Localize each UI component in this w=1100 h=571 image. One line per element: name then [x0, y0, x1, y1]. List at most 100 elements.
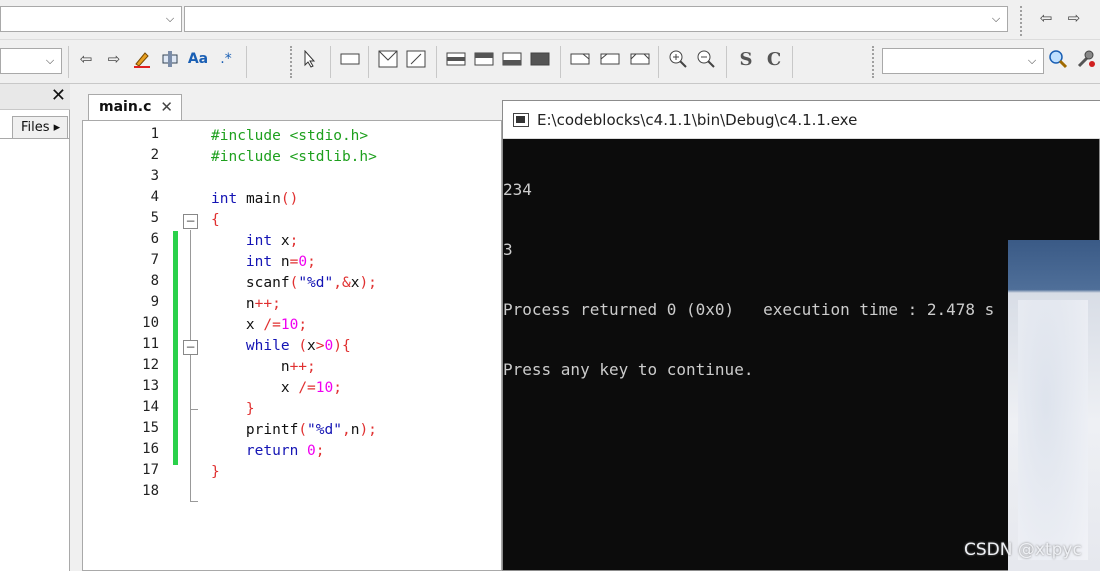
symbol-s-icon[interactable]: S	[734, 48, 758, 70]
console-app-icon	[513, 113, 529, 127]
code-line: {	[211, 212, 220, 228]
target-combo[interactable]: ⌵	[0, 6, 182, 32]
line-number: 12	[142, 357, 159, 373]
files-tab-label: Files ▸	[21, 120, 61, 135]
chevron-down-icon[interactable]: ⌵	[161, 9, 179, 29]
jump-forward-icon[interactable]: ⇨	[102, 48, 126, 70]
shape-icon[interactable]	[598, 48, 622, 70]
line-number: 14	[142, 399, 159, 415]
line-number: 7	[150, 252, 159, 268]
code-text[interactable]: #include <stdio.h> #include <stdlib.h> i…	[211, 121, 501, 570]
toolbar-separator	[436, 46, 437, 78]
line-number: 8	[150, 273, 159, 289]
fold-end	[190, 409, 198, 410]
fold-line	[190, 230, 191, 502]
editor-area: main.c ✕ 1 2 3 4 5 6 7 8 9 10 11 12 13 1…	[72, 84, 502, 571]
console-line: 234	[503, 180, 532, 199]
line-number: 1	[150, 126, 159, 142]
code-line: int x;	[245, 233, 299, 249]
uncomment-icon[interactable]	[404, 48, 428, 70]
code-line: #include <stdlib.h>	[211, 149, 377, 165]
comment-icon[interactable]	[376, 48, 400, 70]
code-line: int main()	[211, 191, 299, 207]
code-line: scanf("%d",&x);	[245, 275, 377, 291]
toolbar-grip[interactable]	[290, 46, 294, 78]
panel-header: ✕	[0, 84, 70, 110]
search-go-icon[interactable]	[1046, 48, 1070, 70]
fold-end	[190, 501, 198, 502]
line-number: 15	[142, 420, 159, 436]
console-title: E:\codeblocks\c4.1.1\bin\Debug\c4.1.1.ex…	[537, 111, 858, 129]
regex-icon[interactable]: .*	[214, 48, 238, 70]
highlight-icon[interactable]	[130, 48, 154, 70]
tab-main-c[interactable]: main.c ✕	[88, 94, 182, 120]
code-line: x /=10;	[280, 380, 342, 396]
toolbar-separator	[792, 46, 793, 78]
code-line: x /=10;	[245, 317, 308, 333]
code-line: return 0;	[245, 443, 325, 459]
chevron-down-icon[interactable]: ⌵	[987, 9, 1005, 29]
symbol-c-icon[interactable]: C	[762, 48, 786, 70]
zoom-in-icon[interactable]	[666, 48, 690, 70]
close-icon[interactable]: ✕	[51, 86, 66, 106]
chevron-down-icon[interactable]: ⌵	[1023, 51, 1041, 71]
search-combo-2[interactable]: ⌵	[882, 48, 1044, 74]
function-combo[interactable]: ⌵	[184, 6, 1008, 32]
line-number: 2	[150, 147, 159, 163]
layout-icon[interactable]	[528, 48, 552, 70]
shape-icon[interactable]	[628, 48, 652, 70]
toolbar-top: ⌵ ⌵ ⇦ ⇨	[0, 0, 1100, 40]
zoom-out-icon[interactable]	[694, 48, 718, 70]
toolbar-separator	[658, 46, 659, 78]
line-number: 18	[142, 483, 159, 499]
toolbar-grip[interactable]	[872, 46, 876, 78]
toolbar-second: ⌵ ⇦ ⇨ Aa .* S C ⌵	[0, 40, 1100, 84]
select-icon[interactable]	[158, 48, 182, 70]
match-case-icon[interactable]: Aa	[186, 48, 210, 70]
block-icon[interactable]	[338, 48, 362, 70]
settings-wrench-icon[interactable]	[1074, 48, 1098, 70]
chevron-down-icon[interactable]: ⌵	[41, 51, 59, 71]
code-line: }	[211, 464, 220, 480]
toolbar-separator	[68, 46, 69, 78]
code-line: while (x>0){	[245, 338, 351, 354]
code-line: n++;	[280, 359, 316, 375]
toolbar-separator	[330, 46, 331, 78]
changed-lines-marker	[173, 231, 178, 465]
wallpaper-figure	[1018, 300, 1088, 560]
layout-icon[interactable]	[444, 48, 468, 70]
jump-forward-icon[interactable]: ⇨	[1062, 7, 1086, 29]
search-combo[interactable]: ⌵	[0, 48, 62, 74]
close-icon[interactable]: ✕	[160, 95, 173, 119]
layout-icon[interactable]	[472, 48, 496, 70]
tab-files[interactable]: Files ▸	[12, 116, 68, 138]
layout-icon[interactable]	[500, 48, 524, 70]
code-line: int n=0;	[245, 254, 316, 270]
line-number: 9	[150, 294, 159, 310]
toolbar-separator	[560, 46, 561, 78]
code-editor[interactable]: 1 2 3 4 5 6 7 8 9 10 11 12 13 14 15 16 1…	[82, 120, 502, 571]
jump-back-icon[interactable]: ⇦	[1034, 7, 1058, 29]
code-line: n++;	[245, 296, 281, 312]
management-panel: ✕ Files ▸	[0, 84, 70, 571]
watermark: CSDN @xtpyc	[964, 540, 1082, 560]
console-titlebar[interactable]: E:\codeblocks\c4.1.1\bin\Debug\c4.1.1.ex…	[503, 101, 1100, 139]
code-line: }	[245, 401, 255, 417]
desktop-wallpaper	[1008, 240, 1100, 571]
jump-back-icon[interactable]: ⇦	[74, 48, 98, 70]
pointer-icon[interactable]	[298, 48, 322, 70]
shape-icon[interactable]	[568, 48, 592, 70]
divider	[0, 138, 70, 139]
line-number: 10	[142, 315, 159, 331]
code-line: #include <stdio.h>	[211, 128, 369, 144]
fold-toggle-icon[interactable]: −	[183, 214, 198, 229]
line-gutter: 1 2 3 4 5 6 7 8 9 10 11 12 13 14 15 16 1…	[83, 121, 198, 570]
line-number: 4	[150, 189, 159, 205]
line-number: 16	[142, 441, 159, 457]
codeblocks-window: ⌵ ⌵ ⇦ ⇨ ⌵ ⇦ ⇨ Aa .* S C ⌵ ✕ Files ▸ main…	[0, 0, 1100, 571]
line-number: 3	[150, 168, 159, 184]
line-number: 11	[142, 336, 159, 352]
toolbar-grip[interactable]	[1020, 6, 1024, 36]
fold-toggle-icon[interactable]: −	[183, 340, 198, 355]
toolbar-separator	[368, 46, 369, 78]
